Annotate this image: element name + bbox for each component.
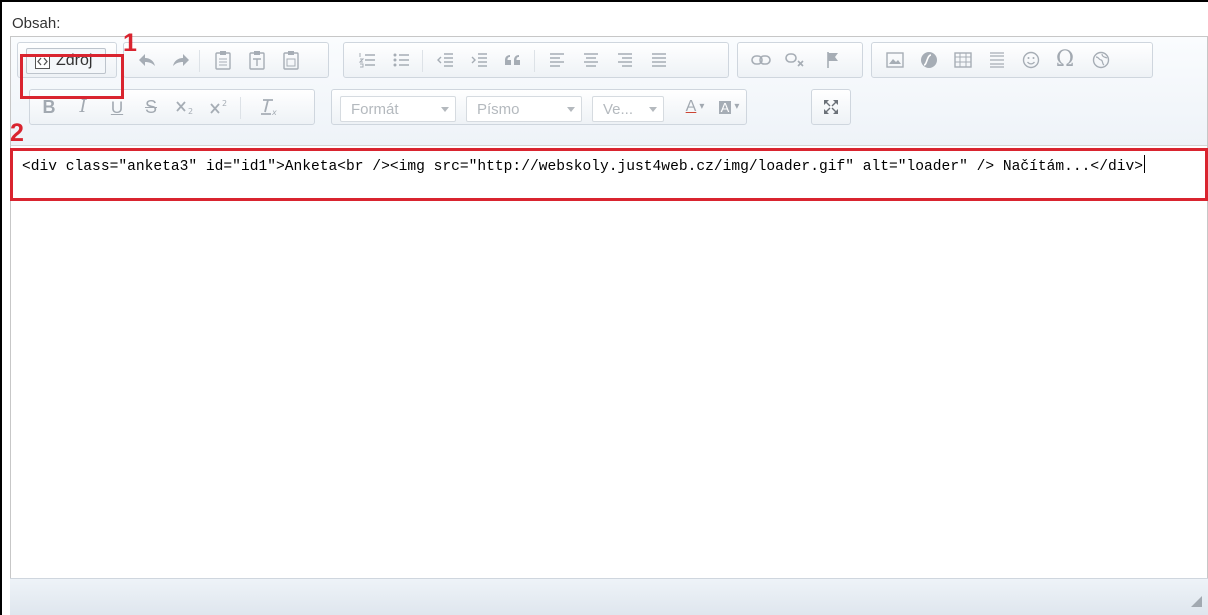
strikethrough-icon[interactable]: S xyxy=(136,90,166,124)
resize-handle-icon[interactable] xyxy=(1191,596,1202,607)
annotation-box-source xyxy=(20,54,124,99)
editor-toolbar-area: Zdroj Ω B I U S 2 2 x Formát Písmo Ve...… xyxy=(11,37,1207,146)
unlink-icon[interactable] xyxy=(780,43,810,77)
size-combo-label: Ve... xyxy=(603,100,634,118)
styles-group: Formát Písmo Ve... A ▾ A ▾ xyxy=(331,89,747,125)
superscript-icon[interactable]: 2 xyxy=(204,90,234,124)
bg-color-button[interactable]: A ▾ xyxy=(712,90,746,124)
iframe-icon[interactable] xyxy=(1086,43,1116,77)
format-combo-label: Formát xyxy=(351,100,399,118)
chevron-down-icon xyxy=(567,107,575,112)
annotation-box-code xyxy=(10,148,1208,201)
smiley-icon[interactable] xyxy=(1016,43,1046,77)
insert-group: Ω xyxy=(871,42,1153,78)
table-icon[interactable] xyxy=(948,43,978,77)
blockquote-icon[interactable] xyxy=(498,43,528,77)
flash-icon[interactable] xyxy=(914,43,944,77)
links-group xyxy=(737,42,863,78)
paste-icon[interactable] xyxy=(208,43,238,77)
bg-color-icon: A xyxy=(718,99,732,115)
text-color-icon: A xyxy=(685,98,697,115)
outdent-icon[interactable] xyxy=(430,43,460,77)
size-combo[interactable]: Ve... xyxy=(592,96,664,122)
content-label: Obsah: xyxy=(12,15,61,32)
chevron-down-icon xyxy=(441,107,449,112)
clipboard-group xyxy=(123,42,329,78)
align-left-icon[interactable] xyxy=(542,43,572,77)
svg-text:x: x xyxy=(271,108,277,116)
horizontal-rule-icon[interactable] xyxy=(982,43,1012,77)
indent-icon[interactable] xyxy=(464,43,494,77)
annotation-marker-2: 2 xyxy=(10,119,24,147)
numbered-list-icon[interactable] xyxy=(352,43,382,77)
svg-text:2: 2 xyxy=(188,107,193,115)
redo-icon[interactable] xyxy=(166,43,196,77)
anchor-icon[interactable] xyxy=(818,43,848,77)
special-char-icon[interactable]: Ω xyxy=(1050,43,1080,77)
font-combo[interactable]: Písmo xyxy=(466,96,582,122)
bulleted-list-icon[interactable] xyxy=(386,43,416,77)
tools-group xyxy=(811,89,851,125)
annotation-marker-1: 1 xyxy=(123,29,137,57)
align-right-icon[interactable] xyxy=(610,43,640,77)
image-icon[interactable] xyxy=(880,43,910,77)
maximize-icon[interactable] xyxy=(816,90,846,124)
svg-text:2: 2 xyxy=(222,99,227,108)
text-color-button[interactable]: A ▾ xyxy=(678,90,712,124)
paste-word-icon[interactable] xyxy=(276,43,306,77)
align-center-icon[interactable] xyxy=(576,43,606,77)
paste-text-icon[interactable] xyxy=(242,43,272,77)
remove-format-icon[interactable]: x xyxy=(254,90,284,124)
font-combo-label: Písmo xyxy=(477,100,520,118)
link-icon[interactable] xyxy=(746,43,776,77)
justify-icon[interactable] xyxy=(644,43,674,77)
format-combo[interactable]: Formát xyxy=(340,96,456,122)
chevron-down-icon xyxy=(649,107,657,112)
paragraph-group xyxy=(343,42,729,78)
subscript-icon[interactable]: 2 xyxy=(170,90,200,124)
editor-status-bar xyxy=(10,578,1208,615)
rich-text-editor: Zdroj Ω B I U S 2 2 x Formát Písmo Ve...… xyxy=(10,36,1208,615)
